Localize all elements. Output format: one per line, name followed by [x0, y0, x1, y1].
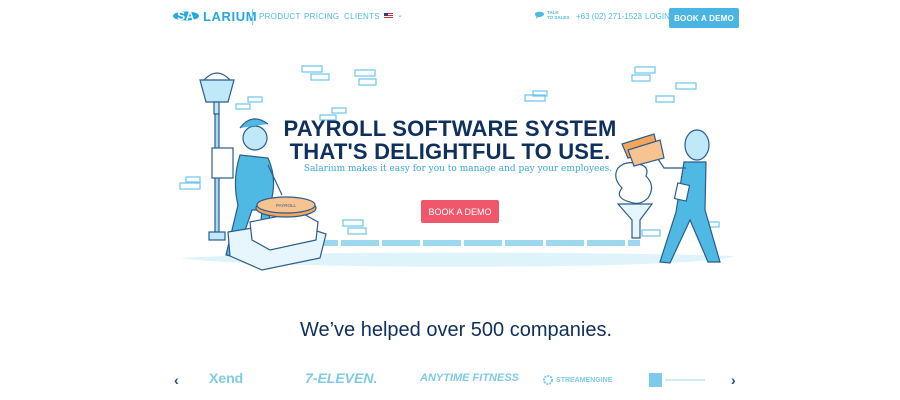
svg-text:PAYROLL: PAYROLL	[276, 203, 297, 208]
client-logo-anytime-fitness: ANYTIME FITNESS	[420, 372, 520, 384]
talk-to-sales-label: TALK TO SALES	[547, 10, 570, 20]
client-logo-partial	[648, 372, 708, 388]
chevron-left-icon[interactable]: ‹	[174, 372, 179, 388]
chevron-right-icon[interactable]: ›	[731, 372, 736, 388]
logo-text: LARIUM	[203, 8, 258, 24]
hero-headline-line-2: THAT'S DELIGHTFUL TO USE.	[289, 139, 611, 164]
salarium-logo[interactable]: SA LARIUM	[170, 7, 257, 25]
chevron-down-icon[interactable]: ⌄	[397, 11, 403, 19]
clients-heading: We’ve helped over 500 companies.	[299, 319, 613, 341]
client-logo-xend: Xend	[209, 370, 244, 386]
nav-pricing[interactable]: PRICING	[304, 12, 339, 21]
book-demo-nav-button[interactable]: BOOK A DEMO	[669, 8, 739, 28]
talk-to-sales[interactable]: TALK TO SALES	[534, 10, 569, 20]
us-flag-icon[interactable]	[384, 13, 393, 19]
logo-badge: SA	[170, 7, 202, 25]
top-nav: SA LARIUM PRODUCT PRICING CLIENTS ⌄ TALK…	[0, 0, 900, 36]
login-link[interactable]: LOGIN	[645, 12, 670, 21]
hero-subline: Salarium makes it easy for you to manage…	[303, 164, 613, 174]
chat-bubble-icon	[535, 11, 544, 19]
nav-separator: |	[638, 11, 641, 20]
book-demo-hero-button[interactable]: BOOK A DEMO	[421, 200, 499, 223]
nav-divider	[252, 9, 253, 25]
nav-product[interactable]: PRODUCT	[259, 12, 301, 21]
client-logo-7eleven: 7-ELEVEN.	[305, 370, 378, 386]
hero-headline-line-1: PAYROLL SOFTWARE SYSTEM	[283, 116, 617, 141]
phone-number[interactable]: +63 (02) 271-1523	[576, 12, 642, 21]
nav-clients[interactable]: CLIENTS	[344, 12, 380, 21]
gear-icon	[543, 375, 553, 385]
building-logo-icon	[649, 373, 705, 387]
client-logo-streamengine: STREAMENGINE	[542, 374, 612, 386]
